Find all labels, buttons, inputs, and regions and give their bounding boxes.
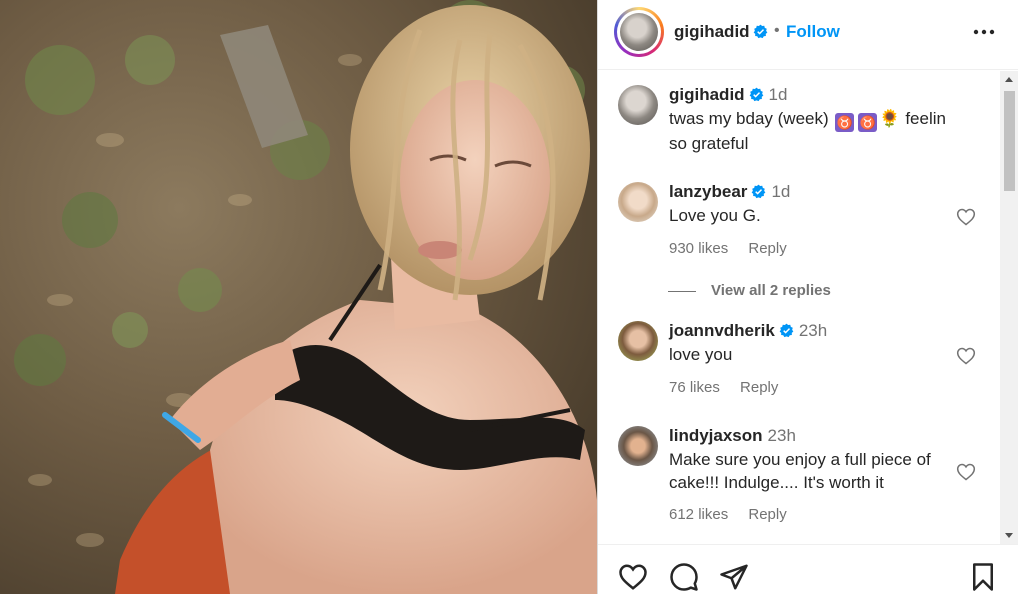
caption-avatar[interactable] [618, 85, 658, 125]
verified-badge-icon [749, 87, 763, 102]
post-details-panel: gigihadid • Follow gigihadid 1d twas my b… [597, 0, 1018, 594]
author-avatar[interactable] [614, 7, 664, 57]
comment-likes[interactable]: 76 likes [669, 379, 720, 396]
post-header: gigihadid • Follow [598, 0, 1018, 70]
taurus-emoji: ♉ [835, 113, 855, 132]
author-avatar-image [620, 13, 658, 51]
replies-divider [668, 291, 696, 292]
view-replies-label[interactable]: View all 2 replies [711, 282, 831, 299]
commenter-username-line: lanzybear 1d [669, 182, 790, 202]
comment-bubble-icon[interactable] [669, 562, 699, 592]
comment-like-heart-icon[interactable] [956, 207, 976, 227]
post-photo-image [0, 0, 597, 594]
verified-badge-icon [753, 24, 768, 39]
comments-scrollbar[interactable] [1000, 71, 1018, 544]
comment-like-heart-icon[interactable] [956, 462, 976, 482]
caption-text-before: twas my bday (week) [669, 109, 829, 128]
comments-list[interactable]: gigihadid 1d twas my bday (week) ♉ ♉ 🌻 feel… [598, 71, 1018, 544]
caption-username[interactable]: gigihadid [669, 85, 745, 104]
commenter-avatar[interactable] [618, 321, 658, 361]
post-photo[interactable] [0, 0, 597, 594]
comment-likes[interactable]: 930 likes [669, 240, 728, 257]
comment-item: joannvdherik 23h love you 76 likes Reply [618, 321, 978, 401]
comment-meta: 930 likes Reply [669, 240, 803, 257]
commenter-username-line: lindyjaxson 23h [669, 426, 796, 446]
verified-badge-icon [779, 323, 794, 338]
bookmark-icon[interactable] [968, 562, 998, 592]
scroll-thumb[interactable] [1004, 91, 1015, 191]
taurus-emoji: ♉ [858, 113, 878, 132]
reply-button[interactable]: Reply [740, 379, 778, 396]
caption-time: 1d [768, 85, 788, 104]
caption: gigihadid 1d twas my bday (week) ♉ ♉ 🌻 feel… [618, 85, 978, 155]
commenter-username-line: joannvdherik 23h [669, 321, 827, 341]
commenter-avatar[interactable] [618, 426, 658, 466]
commenter-avatar[interactable] [618, 182, 658, 222]
reply-button[interactable]: Reply [748, 240, 786, 257]
comment-meta: 612 likes Reply [669, 506, 803, 523]
caption-text: twas my bday (week) ♉ ♉ 🌻 feelin so gratef… [669, 107, 959, 155]
separator-dot: • [774, 22, 780, 39]
comment-meta: 76 likes Reply [669, 379, 794, 396]
comment-time: 23h [767, 426, 796, 445]
commenter-username[interactable]: lindyjaxson [669, 426, 763, 445]
more-options-icon[interactable] [970, 20, 998, 44]
post-actions-bar [598, 544, 1018, 594]
comment-item: lindyjaxson 23h Make sure you enjoy a ful… [618, 426, 978, 526]
scroll-down-arrow-icon[interactable] [1005, 533, 1013, 538]
comment-text: Make sure you enjoy a full piece of cake… [669, 450, 931, 492]
author-username[interactable]: gigihadid [674, 22, 750, 42]
comment-text: Love you G. [669, 206, 761, 225]
comment-text: love you [669, 345, 733, 364]
caption-username-line: gigihadid 1d [669, 85, 787, 105]
comment-time: 1d [771, 182, 791, 201]
verified-badge-icon [752, 184, 766, 199]
scroll-up-arrow-icon[interactable] [1005, 77, 1013, 82]
commenter-username[interactable]: lanzybear [669, 182, 747, 201]
comment-time: 23h [798, 321, 828, 340]
reply-button[interactable]: Reply [748, 506, 786, 523]
paper-plane-icon[interactable] [719, 562, 749, 592]
comment-likes[interactable]: 612 likes [669, 506, 728, 523]
heart-icon[interactable] [618, 562, 648, 592]
follow-button[interactable]: Follow [786, 22, 840, 42]
sunflower-emoji: 🌻 [879, 109, 901, 128]
commenter-username[interactable]: joannvdherik [669, 321, 775, 340]
view-replies[interactable]: View all 2 replies [668, 282, 918, 302]
comment-like-heart-icon[interactable] [956, 346, 976, 366]
comment-item: lanzybear 1d Love you G. 930 likes Reply [618, 182, 978, 262]
